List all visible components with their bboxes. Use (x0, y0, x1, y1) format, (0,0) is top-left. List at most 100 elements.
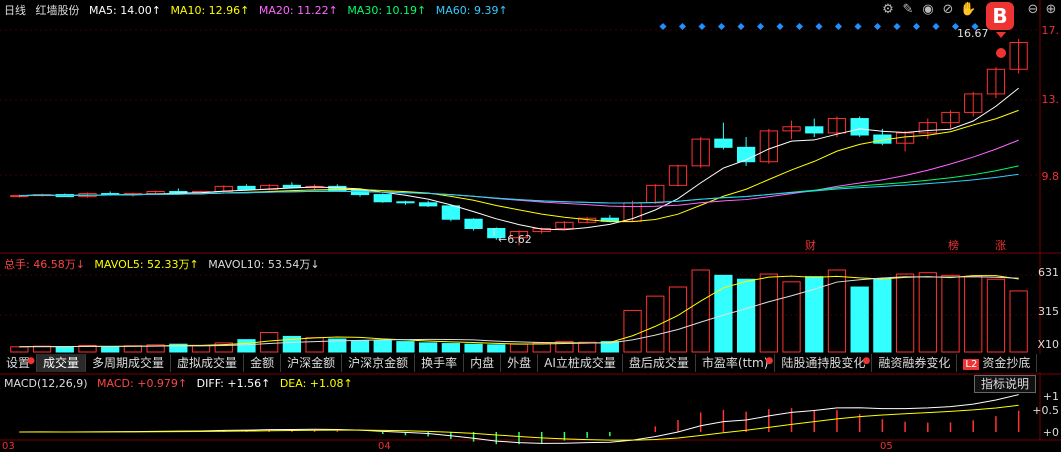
hand-icon[interactable]: ✋ (960, 2, 976, 18)
candle-body (237, 185, 256, 190)
event-marker (756, 22, 765, 31)
diff-value-label: DIFF: +1.56↑ (196, 377, 271, 390)
volume-bar (305, 337, 324, 353)
volume-bar (509, 343, 529, 353)
ma60-label: MA60: 9.39↑ (435, 4, 508, 17)
tag-rise[interactable]: 涨 (995, 237, 1006, 253)
minus-icon[interactable]: ⊖ (1025, 2, 1041, 18)
volume-bar (191, 345, 211, 353)
volume-bar (441, 343, 460, 353)
tab-bottom-fishing[interactable]: L2 资金抄底 (957, 354, 1038, 372)
indicator-tab-bar: 设置 ● 成交量 多周期成交量 虚拟成交量 金额 沪深金额 沪深京金额 换手率 内… (0, 354, 1061, 372)
ma5-label: MA5: 14.00↑ (89, 4, 161, 17)
gear-icon[interactable]: ⚙ (880, 2, 896, 18)
event-marker (893, 22, 901, 31)
date-axis-may: 05 (880, 441, 893, 452)
tab-margin[interactable]: 融资融券变化 (872, 354, 958, 372)
price-axis-low: 9.8 (1041, 170, 1060, 183)
tab-ai-volume[interactable]: AI立桩成交量 (538, 354, 623, 372)
candle-body (464, 218, 483, 229)
macd-axis-mid: +0.5 (1032, 404, 1059, 417)
event-marker (776, 22, 784, 31)
volume-bar (986, 278, 1006, 353)
brush-icon[interactable]: ✎ (900, 2, 916, 18)
volume-bar (464, 343, 483, 353)
volume-bar (396, 341, 415, 353)
dea-value-label: DEA: +1.08↑ (279, 377, 353, 390)
macd-params-label: MACD(12,26,9) (4, 377, 88, 390)
event-marker (795, 22, 804, 31)
macd-legend: MACD(12,26,9) MACD: +0.979↑ DIFF: +1.56↑… (4, 377, 359, 391)
tab-multi-period-volume[interactable]: 多周期成交量 (86, 354, 172, 372)
tab-northbound[interactable]: 陆股通持股变化 ● (775, 354, 873, 372)
volume-bar (350, 340, 370, 353)
event-marker (932, 22, 940, 31)
ma10-label: MA10: 12.96↑ (170, 4, 250, 17)
event-marker (717, 22, 726, 31)
tab-hsj-amount[interactable]: 沪深京金额 (342, 354, 416, 372)
ma5-line (19, 87, 1019, 231)
mavol5-label: MAVOL5: 52.33万↑ (94, 258, 199, 271)
volume-bar (260, 332, 279, 353)
ma20-line (19, 139, 1019, 208)
tab-hs-amount[interactable]: 沪深金额 (281, 354, 343, 372)
volume-bar (782, 281, 801, 353)
eye-off-icon[interactable]: ⊘ (940, 2, 956, 18)
signal-dot (996, 48, 1006, 58)
volume-bar (419, 342, 438, 353)
event-marker (854, 22, 862, 31)
volume-bar (237, 339, 256, 353)
volume-bar (941, 274, 960, 353)
brand-badge[interactable]: B (986, 2, 1014, 30)
tag-financial[interactable]: 财 (805, 237, 816, 253)
date-axis-march: 03 (2, 441, 15, 452)
add-icon[interactable]: ⊕ (1043, 2, 1059, 18)
tag-ranking[interactable]: 榜 (948, 237, 959, 253)
period-label[interactable]: 日线 (4, 4, 26, 17)
candle-body (169, 191, 188, 194)
event-marker (678, 22, 687, 31)
tab-virtual-volume[interactable]: 虚拟成交量 (171, 354, 245, 372)
event-marker (698, 22, 706, 31)
candle-body (419, 202, 438, 207)
ma30-label: MA30: 10.19↑ (347, 4, 427, 17)
event-marker (912, 22, 921, 31)
volume-legend: 总手: 46.58万↓ MAVOL5: 52.33万↑ MAVOL10: 53.… (4, 258, 326, 272)
volume-bar (646, 295, 665, 353)
volume-bar (736, 278, 756, 353)
signal-arrow (996, 32, 1006, 38)
candle-body (282, 184, 302, 188)
indicator-help-button[interactable]: 指标说明 (974, 375, 1037, 393)
tab-turnover[interactable]: 换手率 (415, 354, 465, 372)
volume-bar (895, 273, 915, 353)
volume-bar (805, 276, 824, 353)
candle-body (441, 205, 460, 220)
price-axis-mid: 13. (1041, 93, 1060, 106)
total-volume-label: 总手: 46.58万↓ (4, 258, 85, 271)
tab-pe-ttm[interactable]: 市盈率(ttm) ● (696, 354, 776, 372)
tab-settings[interactable]: 设置 ● (0, 354, 38, 372)
tab-amount[interactable]: 金额 (244, 354, 282, 372)
volume-bar (623, 309, 642, 353)
volume-bar (1009, 290, 1028, 353)
volume-bar (691, 269, 710, 353)
tab-volume[interactable]: 成交量 (37, 354, 87, 372)
l2-badge: L2 (963, 359, 980, 370)
volume-bar (373, 339, 392, 353)
tab-after-hours-volume[interactable]: 盘后成交量 (623, 354, 696, 372)
event-marker (834, 22, 843, 31)
tab-inner[interactable]: 内盘 (464, 354, 502, 372)
candle-body (396, 201, 415, 204)
price-axis-top: 17. (1041, 24, 1060, 37)
high-price-label: 16.67 (957, 27, 989, 40)
volume-bar (101, 346, 120, 353)
volume-bar (55, 346, 74, 353)
eye-icon[interactable]: ◉ (920, 2, 936, 18)
macd-axis-zero: +0 (1042, 426, 1059, 439)
candle-body (714, 138, 733, 148)
tab-outer[interactable]: 外盘 (501, 354, 539, 372)
ma-legend: 日线 红墙股份 MA5: 14.00↑ MA10: 12.96↑ MA20: 1… (4, 4, 514, 18)
candle-body (805, 126, 824, 134)
candle-body (373, 194, 392, 203)
mavol10-label: MAVOL10: 53.54万↓ (208, 258, 320, 271)
